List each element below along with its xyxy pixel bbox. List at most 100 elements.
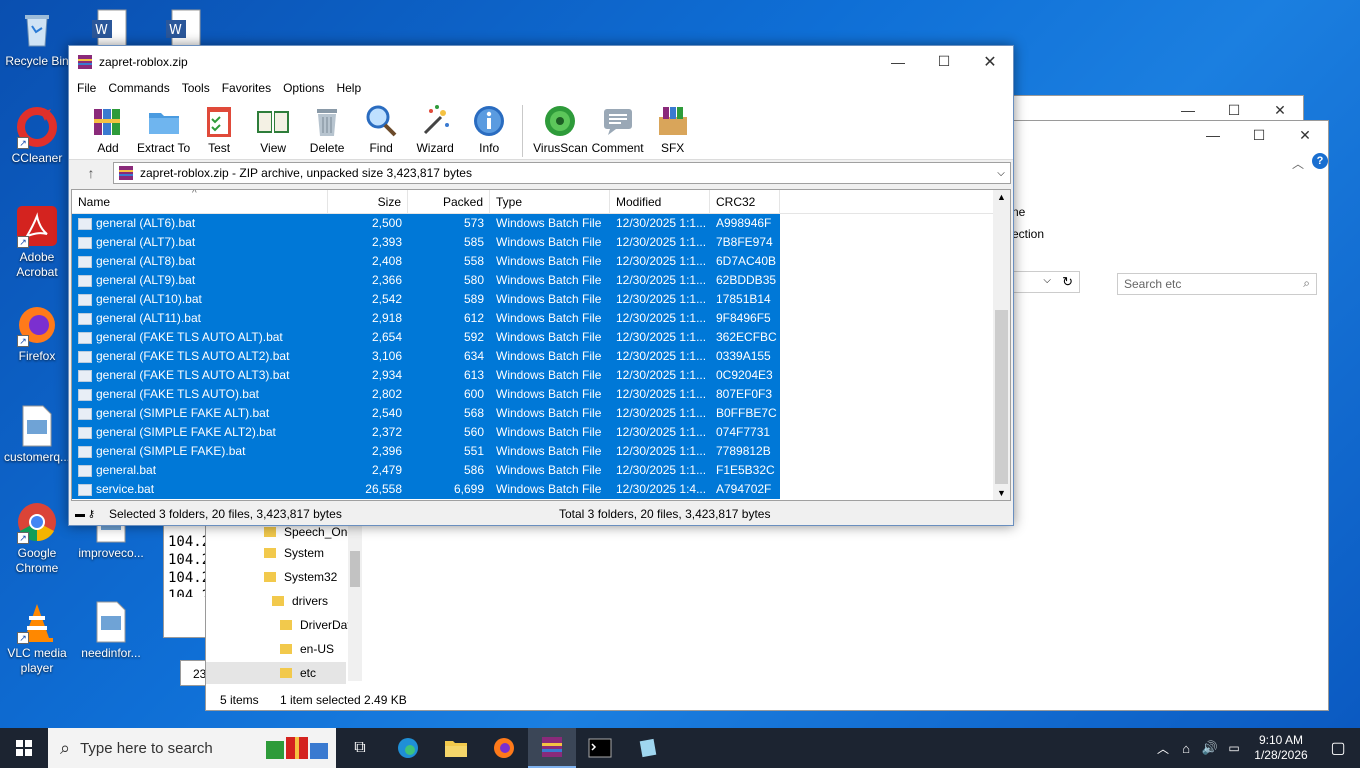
desktop-icon-chrome[interactable]: ↗ Google Chrome [0,500,74,576]
desktop-icon-acrobat[interactable]: ↗ Adobe Acrobat [0,204,74,280]
menu-commands[interactable]: Commands [102,81,175,95]
file-row[interactable]: general (SIMPLE FAKE).bat 2,396 551 Windows… [72,442,1010,461]
desktop-icon-ccleaner[interactable]: ↗ CCleaner [0,105,74,166]
scroll-thumb[interactable] [995,310,1008,484]
batch-file-icon [78,445,92,458]
file-row[interactable]: general (ALT6).bat 2,500 573 Windows Batch … [72,214,1010,233]
list-scrollbar[interactable]: ▲ ▼ [993,190,1010,500]
menu-help[interactable]: Help [330,81,367,95]
file-row[interactable]: general (FAKE TLS AUTO ALT2).bat 3,106 634… [72,347,1010,366]
folder-tree: Speech_One System System32 drivers Drive… [206,521,362,689]
tree-item-system[interactable]: System [264,542,324,564]
virusscan-button[interactable]: VirusScan [531,103,589,155]
wizard-button[interactable]: Wizard [408,103,462,155]
address-dropdown[interactable]: ⌵ ↻ [1006,271,1080,293]
word-document-icon[interactable]: W [164,8,204,47]
desktop-icon-customerq[interactable]: customerq... [0,404,74,465]
path-dropdown[interactable]: zapret-roblox.zip - ZIP archive, unpacke… [113,162,1011,184]
file-size-cell: 2,366 [328,271,408,290]
test-button[interactable]: Test [192,103,246,155]
refresh-icon[interactable]: ↻ [1062,274,1073,290]
close-button[interactable]: ✕ [1282,121,1328,149]
search-input[interactable]: Search etc ⌕ [1117,273,1317,295]
info-button[interactable]: Info [462,103,516,155]
desktop-icon-recycle-bin[interactable]: Recycle Bin [0,8,74,69]
column-label: Modified [616,195,662,209]
file-row[interactable]: general (SIMPLE FAKE ALT2).bat 2,372 560 Wi… [72,423,1010,442]
notifications-icon[interactable]: ▢ [1316,738,1360,758]
menu-options[interactable]: Options [277,81,330,95]
menu-file[interactable]: File [71,81,102,95]
tree-item-etc[interactable]: etc [280,662,316,684]
view-button[interactable]: View [246,103,300,155]
scroll-down-icon[interactable]: ▼ [993,486,1010,500]
find-button[interactable]: Find [354,103,408,155]
file-type-cell: Windows Batch File [490,423,610,442]
column-type[interactable]: Type [490,190,610,214]
column-packed[interactable]: Packed [408,190,490,214]
search-icon: ⌕ [60,737,71,758]
menu-tools[interactable]: Tools [176,81,216,95]
file-row[interactable]: general (FAKE TLS AUTO).bat 2,802 600 Windo… [72,385,1010,404]
tree-scrollbar[interactable] [348,521,362,681]
network-icon[interactable]: ⌂ [1174,741,1198,756]
extract-to-button[interactable]: Extract To [135,103,192,155]
tree-item-driverdata[interactable]: DriverData [280,614,348,636]
close-button[interactable]: ✕ [967,46,1013,77]
column-modified[interactable]: Modified [610,190,710,214]
file-size-cell: 2,918 [328,309,408,328]
show-hidden-icons[interactable]: ︿ [1152,740,1174,757]
column-name[interactable]: Name ^ [72,190,328,214]
batch-file-icon [78,312,92,325]
volume-icon[interactable]: 🔊 [1198,740,1222,756]
maximize-button[interactable]: ☐ [1236,121,1282,149]
file-modified-cell: 12/30/2025 1:1... [610,328,710,347]
tree-item-etc-selected[interactable] [206,662,346,684]
sfx-button[interactable]: SFX [646,103,700,155]
file-row[interactable]: general (SIMPLE FAKE ALT).bat 2,540 568 Win… [72,404,1010,423]
taskbar-firefox[interactable] [480,728,528,768]
help-icon[interactable]: ? [1312,153,1328,169]
menu-favorites[interactable]: Favorites [216,81,277,95]
taskbar-cmd[interactable] [576,728,624,768]
column-size[interactable]: Size [328,190,408,214]
comment-button[interactable]: Comment [590,103,646,155]
file-row[interactable]: general (ALT8).bat 2,408 558 Windows Batch … [72,252,1010,271]
minimize-button[interactable]: — [875,46,921,77]
task-view-button[interactable]: ⧉ [336,728,384,768]
add-button[interactable]: Add [81,103,135,155]
minimize-button[interactable]: — [1190,121,1236,149]
tree-item-en-us[interactable]: en-US [280,638,334,660]
chevron-up-icon[interactable]: ︿ [1292,155,1304,172]
file-row[interactable]: general (ALT11).bat 2,918 612 Windows Batch… [72,309,1010,328]
taskbar-winrar[interactable] [528,728,576,768]
column-crc32[interactable]: CRC32 [710,190,780,214]
up-arrow-icon[interactable]: ↑ [69,165,113,181]
file-row[interactable]: general.bat 2,479 586 Windows Batch File 12/… [72,461,1010,480]
taskbar-file-explorer[interactable] [432,728,480,768]
clock[interactable]: 9:10 AM 1/28/2026 [1246,733,1316,763]
desktop-icon-needinfor[interactable]: needinfor... [74,600,148,661]
file-row[interactable]: general (FAKE TLS AUTO ALT).bat 2,654 592 W… [72,328,1010,347]
taskbar-search-box[interactable]: ⌕ Type here to search [48,728,336,768]
file-row[interactable]: general (FAKE TLS AUTO ALT3).bat 2,934 613… [72,366,1010,385]
chevron-down-icon: ⌵ [1043,275,1051,286]
delete-button[interactable]: Delete [300,103,354,155]
file-row[interactable]: general (ALT9).bat 2,366 580 Windows Batch … [72,271,1010,290]
scroll-up-icon[interactable]: ▲ [993,190,1010,204]
tree-item-system32[interactable]: System32 [264,566,337,588]
word-document-icon[interactable]: W [90,8,130,47]
keyboard-icon[interactable]: ▭ [1222,741,1246,755]
desktop-icon-vlc[interactable]: ↗ VLC media player [0,600,74,676]
toolbar-label: Wizard [416,141,454,155]
start-button[interactable] [0,728,48,768]
maximize-button[interactable]: ☐ [921,46,967,77]
taskbar-edge[interactable] [384,728,432,768]
file-row[interactable]: general (ALT7).bat 2,393 585 Windows Batch … [72,233,1010,252]
file-row[interactable]: general (ALT10).bat 2,542 589 Windows Batch… [72,290,1010,309]
tree-item-drivers[interactable]: drivers [272,590,328,612]
taskbar-notepad[interactable] [624,728,672,768]
info-icon [474,106,505,136]
file-row[interactable]: service.bat 26,558 6,699 Windows Batch File… [72,480,1010,499]
desktop-icon-firefox[interactable]: ↗ Firefox [0,303,74,364]
